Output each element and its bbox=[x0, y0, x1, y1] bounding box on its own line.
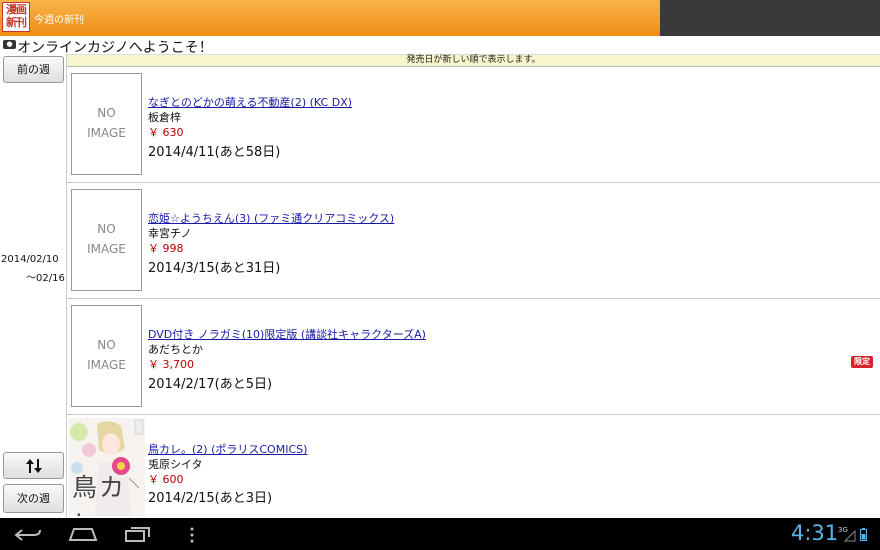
release-date: 2014/3/15(あと31日) bbox=[148, 261, 281, 276]
item-title-link[interactable]: 恋姫☆ようちえん(3) (ファミ通クリアコミックス) bbox=[148, 210, 394, 226]
cover-title-text: 鳥カレ bbox=[72, 473, 127, 516]
limited-edition-badge: 限定 bbox=[851, 356, 873, 368]
week-start-date: 2014/02/10 bbox=[1, 254, 59, 265]
week-end-date: 〜02/16 bbox=[26, 273, 65, 284]
no-image-thumbnail[interactable]: NO IMAGE bbox=[71, 73, 142, 175]
no-image-thumbnail[interactable]: NO IMAGE bbox=[71, 305, 142, 407]
sort-button[interactable] bbox=[3, 452, 64, 479]
signal-icon bbox=[844, 530, 856, 542]
item-author: 兎原シイタ bbox=[148, 458, 203, 471]
item-price: ￥ 998 bbox=[148, 242, 184, 255]
no-image-text: IMAGE bbox=[87, 242, 126, 256]
title-bar-right bbox=[660, 0, 880, 36]
cover-image[interactable]: 鳥カレ bbox=[69, 418, 145, 516]
no-image-thumbnail[interactable]: NO IMAGE bbox=[71, 189, 142, 291]
prev-week-button[interactable]: 前の週 bbox=[3, 56, 64, 83]
release-date: 2014/4/11(あと58日) bbox=[148, 145, 281, 160]
item-author: あだちとか bbox=[148, 343, 203, 356]
back-icon[interactable] bbox=[14, 527, 42, 543]
list-item[interactable]: 鳥カレ 鳥カレ。(2) (ポラリスCOMICS) 兎原シイタ ￥ 600 201… bbox=[67, 415, 880, 518]
release-date: 2014/2/17(あと5日) bbox=[148, 377, 273, 392]
app-title: 今週の新刊 bbox=[34, 15, 84, 26]
ad-icon: ● bbox=[3, 40, 16, 49]
app-logo-icon[interactable]: 漫画新刊 bbox=[2, 2, 30, 32]
sort-updown-icon bbox=[25, 459, 42, 473]
battery-icon bbox=[860, 528, 867, 541]
item-title-link[interactable]: なぎとのどかの萌える不動産(2) (KC DX) bbox=[148, 94, 352, 110]
item-price: ￥ 630 bbox=[148, 126, 184, 139]
no-image-text: NO bbox=[97, 338, 116, 352]
list-item[interactable]: NO IMAGE 恋姫☆ようちえん(3) (ファミ通クリアコミックス) 幸宮チノ… bbox=[67, 183, 880, 299]
no-image-text: IMAGE bbox=[87, 126, 126, 140]
release-date: 2014/2/15(あと3日) bbox=[148, 491, 273, 506]
system-nav-bar bbox=[0, 518, 880, 550]
week-nav-panel bbox=[0, 54, 67, 518]
list-item[interactable]: NO IMAGE DVD付き ノラガミ(10)限定版 (講談社キャラクターズA)… bbox=[67, 299, 880, 415]
item-author: 板倉梓 bbox=[148, 111, 181, 124]
title-bar: 漫画新刊 今週の新刊 bbox=[0, 0, 660, 36]
sort-notice: 発売日が新しい順で表示します。 bbox=[67, 54, 880, 67]
list-item[interactable]: NO IMAGE なぎとのどかの萌える不動産(2) (KC DX) 板倉梓 ￥ … bbox=[67, 67, 880, 183]
menu-dots-icon[interactable] bbox=[188, 527, 196, 543]
item-title-link[interactable]: 鳥カレ。(2) (ポラリスCOMICS) bbox=[148, 441, 307, 457]
item-author: 幸宮チノ bbox=[148, 227, 192, 240]
status-clock: 4:31 bbox=[791, 521, 839, 545]
home-icon[interactable] bbox=[68, 526, 98, 542]
next-week-button[interactable]: 次の週 bbox=[3, 484, 64, 513]
item-price: ￥ 3,700 bbox=[148, 358, 194, 371]
item-title-link[interactable]: DVD付き ノラガミ(10)限定版 (講談社キャラクターズA) bbox=[148, 326, 426, 342]
recent-apps-icon[interactable] bbox=[124, 525, 152, 543]
no-image-text: NO bbox=[97, 222, 116, 236]
item-price: ￥ 600 bbox=[148, 473, 184, 486]
no-image-text: NO bbox=[97, 106, 116, 120]
no-image-text: IMAGE bbox=[87, 358, 126, 372]
